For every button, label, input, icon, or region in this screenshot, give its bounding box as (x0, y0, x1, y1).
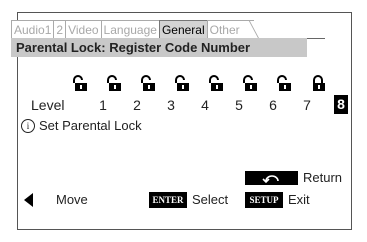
level-option-2[interactable]: 2 (130, 96, 144, 114)
level-label: Level (31, 97, 65, 113)
lock-icon (277, 75, 291, 91)
lock-icon (313, 75, 325, 91)
exit-label: Exit (288, 192, 310, 207)
tab-audio1[interactable]: Audio1 (11, 20, 55, 38)
return-label: Return (303, 170, 343, 185)
enter-key[interactable]: ENTER (149, 192, 187, 208)
tab-other[interactable]: Other (206, 20, 254, 38)
lock-icons-row (71, 75, 331, 91)
lock-icon (209, 75, 223, 91)
page-title: Parental Lock: Register Code Number (11, 38, 307, 57)
lock-icon (243, 75, 257, 91)
level-option-4[interactable]: 4 (198, 96, 212, 114)
lock-icon (175, 75, 189, 91)
info-message: i Set Parental Lock (21, 117, 142, 135)
left-arrow-icon (24, 193, 33, 207)
info-icon: i (21, 119, 35, 133)
level-option-1[interactable]: 1 (96, 96, 110, 114)
lock-icon (73, 75, 87, 91)
level-option-5[interactable]: 5 (232, 96, 246, 114)
info-text: Set Parental Lock (39, 118, 142, 133)
return-arrow-icon (262, 175, 279, 184)
tab-general[interactable]: General (158, 20, 208, 38)
lock-icon (141, 75, 155, 91)
setup-key[interactable]: SETUP (245, 192, 283, 208)
return-key[interactable] (245, 171, 298, 185)
tab-video[interactable]: Video (65, 20, 102, 38)
tab-bar: Audio1 2 Video Language General Other (11, 18, 254, 38)
lock-icon (107, 75, 121, 91)
level-option-8-selected[interactable]: 8 (334, 95, 348, 114)
level-option-7[interactable]: 7 (300, 96, 314, 114)
level-option-3[interactable]: 3 (164, 96, 178, 114)
select-label: Select (192, 192, 229, 207)
tab-language[interactable]: Language (100, 20, 160, 38)
move-label: Move (56, 192, 88, 207)
level-option-6[interactable]: 6 (266, 96, 280, 114)
